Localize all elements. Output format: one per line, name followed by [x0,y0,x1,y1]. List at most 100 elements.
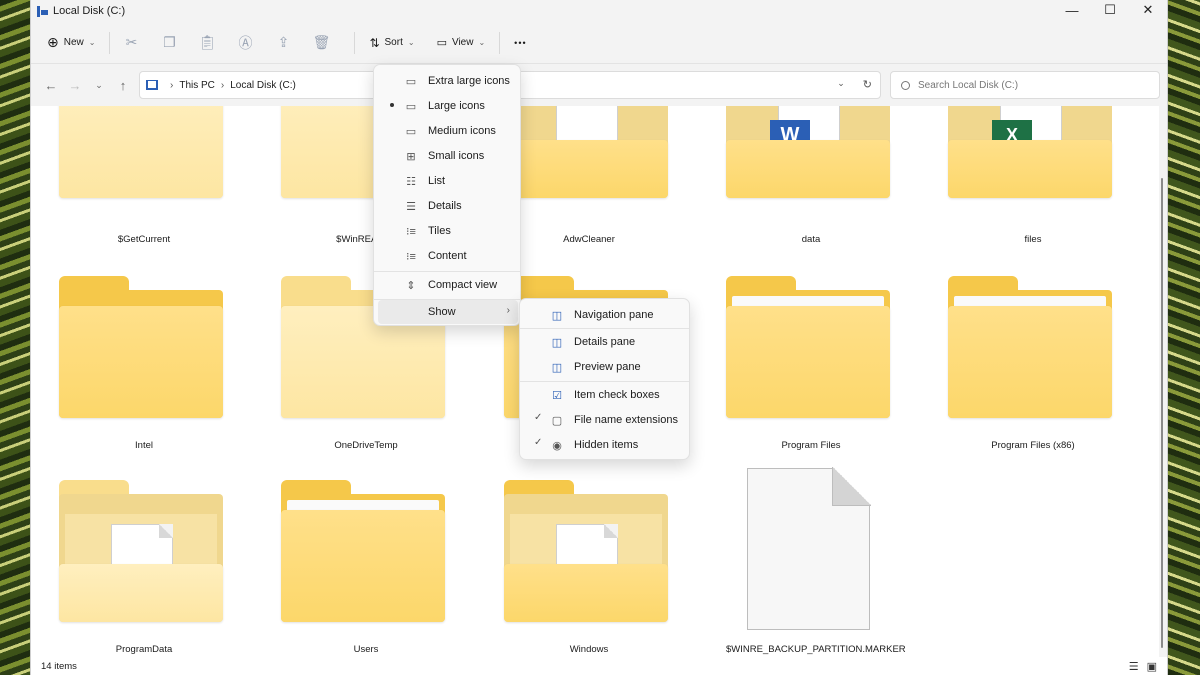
more-icon: ••• [514,37,527,48]
menu-item-label: Show [428,306,456,318]
list-item[interactable]: Windows [504,480,674,657]
list-item[interactable]: Users [281,480,451,657]
view-menu: ▭ Extra large icons ▭ Large icons ▭ Medi… [373,64,521,326]
menu-item-hidden-items[interactable]: ✓ ◉ Hidden items [524,433,687,457]
toolbar-divider [109,31,111,54]
address-actions: ⌄ ↻ [837,78,872,91]
list-item[interactable]: $GetCurrent [59,106,229,251]
menu-item-medium-icons[interactable]: ▭ Medium icons [378,119,518,143]
refresh-icon[interactable]: ↻ [863,78,872,91]
up-arrow-icon[interactable]: ↑ [111,78,135,93]
menu-item-label: Compact view [428,279,498,291]
window-title: Local Disk (C:) [53,5,126,17]
menu-item-show[interactable]: Show › [378,300,518,324]
item-name: OneDriveTemp [334,440,398,451]
view-button[interactable]: ▭ View ⌄ [431,32,492,53]
item-name: $GetCurrent [117,234,171,245]
list-item[interactable]: Program Files [726,274,896,464]
eye-icon: ◉ [552,439,562,452]
menu-item-label: Extra large icons [428,75,510,87]
menu-item-label: Details pane [574,336,636,348]
checkbox-icon: ☑ [552,389,562,402]
folder-icon [281,480,445,622]
desktop-wallpaper-left [0,0,32,675]
folder-icon: X [948,106,1112,198]
paste-icon[interactable]: 📋︎ [194,30,220,56]
menu-item-tiles[interactable]: ⁝≡ Tiles [378,219,518,243]
item-name: Program Files (x86) [991,440,1075,451]
maximize-button[interactable]: ☐ [1091,0,1129,20]
monitor-icon: ▭ [405,125,417,138]
file-explorer-app-icon [37,5,48,17]
menu-item-label: Navigation pane [574,309,654,321]
show-submenu: ◫ Navigation pane ◫ Details pane ◫ Previ… [519,298,690,460]
desktop-wallpaper-right [1168,0,1200,675]
cut-icon[interactable]: ✂ [118,30,144,56]
checkmark-icon: ✓ [534,437,543,448]
menu-item-label: Medium icons [428,125,496,137]
menu-item-details[interactable]: ☰ Details [378,194,518,218]
menu-item-label: Small icons [428,150,485,162]
recent-chevron-down-icon[interactable]: ⌄ [87,80,111,91]
delete-icon[interactable]: 🗑︎ [308,30,334,56]
menu-item-label: Preview pane [574,361,641,373]
menu-item-extra-large-icons[interactable]: ▭ Extra large icons [378,69,518,93]
item-name: Intel [135,440,153,451]
folder-icon [59,480,223,622]
folder-icon [59,276,223,418]
menu-item-preview-pane[interactable]: ◫ Preview pane [524,355,687,379]
list-item[interactable]: W data [726,106,896,251]
menu-item-details-pane[interactable]: ◫ Details pane [524,330,687,354]
menu-item-large-icons[interactable]: ▭ Large icons [378,94,518,118]
this-pc-icon [146,80,158,90]
menu-item-label: Content [428,250,467,262]
see-more-button[interactable]: ••• [508,34,532,52]
sort-button[interactable]: ⇅ Sort ⌄ [363,32,420,54]
list-item[interactable]: X files [948,106,1118,251]
search-icon [901,80,910,90]
breadcrumb-this-pc[interactable]: This PC [179,80,215,91]
navigation-pane-icon: ◫ [551,309,563,322]
menu-item-navigation-pane[interactable]: ◫ Navigation pane [524,303,687,327]
list-item[interactable]: Program Files (x86) [948,274,1118,464]
list-item[interactable]: Intel [59,274,229,464]
breadcrumb-local-disk[interactable]: Local Disk (C:) [230,80,296,91]
scrollbar-thumb[interactable] [1161,178,1163,648]
vertical-scrollbar[interactable] [1159,108,1165,648]
item-name: data [801,234,821,245]
list-item[interactable]: AdwCleaner [504,106,674,251]
menu-item-list[interactable]: ☷ List [378,169,518,193]
back-arrow-icon[interactable]: ← [39,78,63,93]
chevron-down-icon: ⌄ [407,38,415,47]
forward-arrow-icon[interactable]: → [63,78,87,93]
details-view-icon[interactable]: ☰ [1129,660,1139,673]
folder-icon [948,276,1112,418]
menu-item-small-icons[interactable]: ⊞ Small icons [378,144,518,168]
search-box[interactable]: Search Local Disk (C:) [890,71,1160,99]
history-chevron-down-icon[interactable]: ⌄ [837,78,845,91]
menu-item-compact-view[interactable]: ⇕ Compact view [378,273,518,297]
share-icon[interactable]: ⇪ [270,30,296,56]
search-placeholder: Search Local Disk (C:) [918,79,1019,91]
menu-item-file-name-extensions[interactable]: ✓ ▢ File name extensions [524,408,687,432]
folder-icon [59,106,223,198]
item-count: 14 items [41,660,77,672]
grid-icon: ⊞ [406,150,416,163]
menu-item-label: List [428,175,446,187]
file-explorer-window: Local Disk (C:) — ☐ ✕ ⊕ New ⌄ ✂ ❐ 📋︎ Ⓐ ⇪… [30,0,1168,675]
layout-switcher: ☰ ▣ [1129,660,1157,673]
rename-icon[interactable]: Ⓐ [232,30,258,56]
large-icons-view-icon[interactable]: ▣ [1147,660,1157,673]
list-item[interactable]: $WINRE_BACKUP_PARTITION.MARKER [726,480,906,657]
new-button[interactable]: ⊕ New ⌄ [41,30,101,55]
close-button[interactable]: ✕ [1129,0,1167,20]
menu-item-item-check-boxes[interactable]: ☑ Item check boxes [524,383,687,407]
menu-item-content[interactable]: ⁝≡ Content [378,244,518,268]
list-item[interactable]: ProgramData [59,480,229,657]
copy-icon[interactable]: ❐ [156,30,182,56]
item-name: ProgramData [115,644,173,655]
compact-view-icon: ⇕ [406,279,416,292]
toolbar-divider [499,31,501,54]
minimize-button[interactable]: — [1053,0,1091,20]
menu-item-label: Large icons [428,100,485,112]
